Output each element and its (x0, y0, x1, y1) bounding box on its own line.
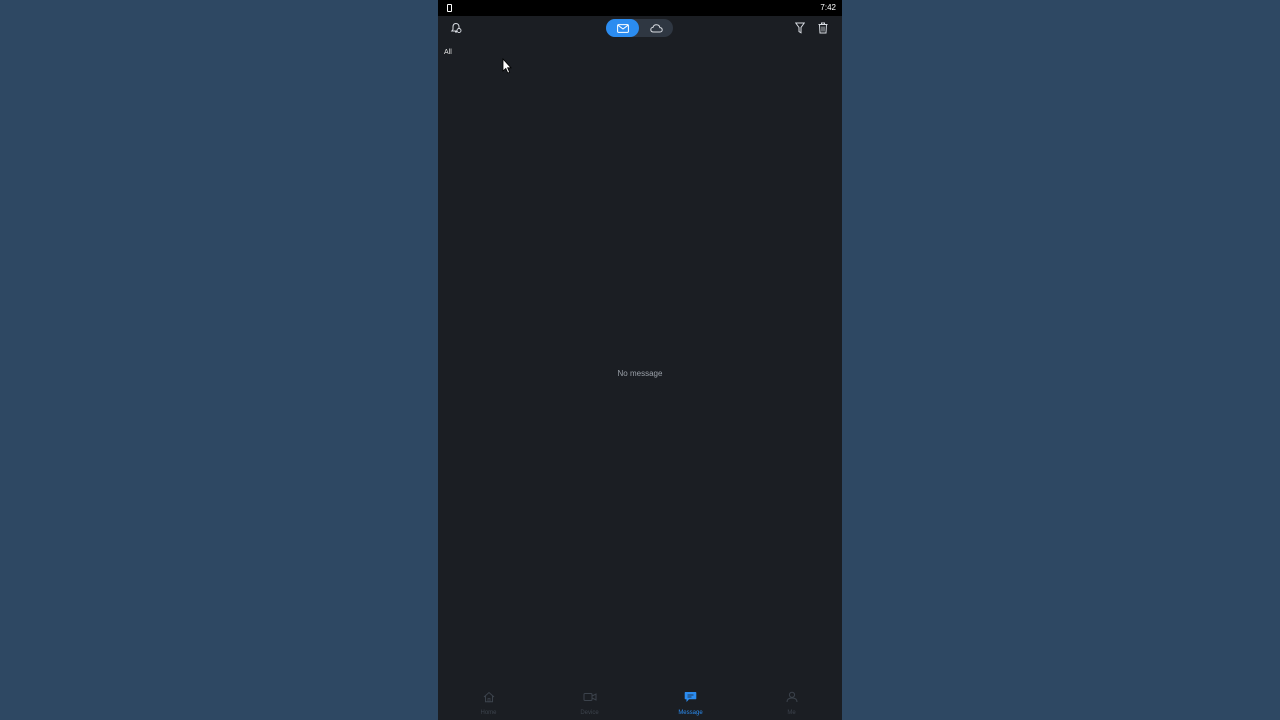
tab-message[interactable]: Message (640, 682, 741, 720)
trash-icon (818, 22, 828, 34)
person-icon (785, 690, 799, 704)
status-time: 7:42 (820, 3, 836, 12)
home-icon (482, 690, 496, 704)
cloud-icon (650, 23, 663, 32)
filter-button[interactable] (792, 20, 808, 36)
chat-bubble-icon (684, 690, 698, 704)
tab-device-label: Device (580, 710, 599, 716)
tab-me-label: Me (787, 710, 796, 716)
phone-screen: 7:42 All No message Home Device Message … (438, 0, 842, 720)
filter-icon (795, 22, 805, 34)
bottom-tab-bar: Home Device Message Me (438, 682, 842, 720)
delete-button[interactable] (815, 20, 831, 36)
tab-message-label: Message (678, 710, 703, 716)
message-source-toggle (606, 19, 673, 37)
mail-icon (616, 23, 629, 33)
alarm-settings-button[interactable] (448, 20, 464, 36)
camera-icon (583, 690, 597, 704)
sim-card-icon (447, 4, 452, 12)
filter-all-label[interactable]: All (444, 48, 452, 58)
tab-home[interactable]: Home (438, 682, 539, 720)
tab-device[interactable]: Device (539, 682, 640, 720)
empty-state-message: No message (617, 369, 663, 378)
alarm-bell-icon (450, 22, 462, 33)
tab-me[interactable]: Me (741, 682, 842, 720)
cloud-messages-tab[interactable] (640, 19, 673, 37)
tab-home-label: Home (480, 710, 497, 716)
status-bar: 7:42 (438, 0, 842, 16)
device-messages-tab[interactable] (606, 19, 639, 37)
